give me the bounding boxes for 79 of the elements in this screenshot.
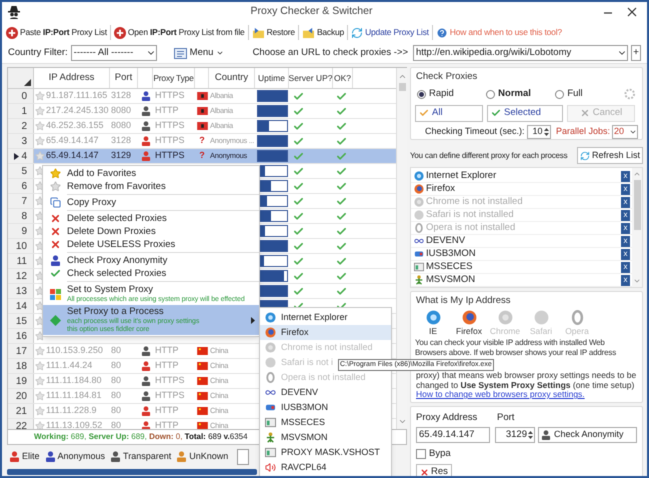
radio-label: Rapid xyxy=(429,87,454,102)
row-number: 1 xyxy=(21,104,27,118)
legend-label: UnKnown xyxy=(189,450,228,463)
window-title: Proxy Checker & Switcher xyxy=(250,4,374,20)
row-number: 5 xyxy=(21,164,27,178)
legend-label: Transparent xyxy=(123,450,172,463)
row-number: 4 xyxy=(21,150,27,164)
row-number: 19 xyxy=(16,374,27,388)
table-cell: HTTP xyxy=(155,105,178,116)
table-cell: 8080 xyxy=(111,105,132,116)
table-cell-text: 217.24.245.130 xyxy=(46,104,109,118)
legend-label: Elite xyxy=(22,450,40,463)
row-number: 14 xyxy=(16,300,27,314)
unknown-country-label: ? xyxy=(199,149,205,162)
table-cell: 3129 xyxy=(111,150,132,160)
table-cell: 80 xyxy=(111,420,122,429)
table-cell: 3128 xyxy=(111,90,132,100)
proxy-settings-note: proxy) that means web browser proxy settings needs to be changed to Use System Proxy Settings (one time setup) How to change web browsers proxy settings. xyxy=(415,371,638,400)
my-ip-description: You can check your visible IP address with installed Web Browsers above. If web browser shows your real IP address xyxy=(414,338,617,357)
table-cell: 80 xyxy=(111,345,122,356)
row-number: 22 xyxy=(16,420,27,429)
row-number: 11 xyxy=(16,254,27,268)
url-label: Choose an URL to check proxies ->> xyxy=(252,46,408,60)
radio-label: Normal xyxy=(498,87,531,102)
row-number: 15 xyxy=(16,314,27,328)
table-cell: HTTP xyxy=(155,360,178,370)
row-number: 17 xyxy=(16,344,27,358)
table-cell-text: 65.49.14.147 xyxy=(46,149,99,162)
row-number: 16 xyxy=(16,330,27,344)
table-cell-text: 91.187.111.165 xyxy=(46,89,108,102)
row-number: 2 xyxy=(21,120,27,134)
row-number: 13 xyxy=(16,284,27,298)
row-number: 9 xyxy=(21,224,27,238)
table-cell: 8080 xyxy=(111,120,132,130)
row-number: 0 xyxy=(21,90,27,104)
table-cell: 80 xyxy=(111,405,122,416)
table-cell: HTTPS xyxy=(155,150,185,160)
table-cell-text: 111.1.44.24 xyxy=(46,359,92,372)
status-text: Working: 689, Server Up: 689, Down: 0, Total: 689 v.6354 xyxy=(34,431,248,443)
row-number: 3 xyxy=(21,134,27,148)
group-title: What is My Ip Address xyxy=(415,294,512,308)
table-cell: 80 xyxy=(111,375,122,386)
port-label: Port xyxy=(497,410,514,424)
parallel-jobs-label: Parallel Jobs: xyxy=(556,124,610,138)
table-cell-text: 46.252.36.155 xyxy=(46,119,104,132)
table-cell: HTTPS xyxy=(155,135,185,146)
row-number: 20 xyxy=(16,390,27,404)
process-hint: You can define different proxy for each process xyxy=(410,150,568,162)
table-cell-text: 110.153.9.250 xyxy=(46,344,103,358)
table-cell-text: 111.11.228.9 xyxy=(46,404,97,418)
table-cell: 111.13.109.52 xyxy=(46,419,102,429)
table-cell: 3128 xyxy=(111,135,132,146)
radio-label: Full xyxy=(567,87,583,102)
timeout-label: Checking Timeout (sec.): xyxy=(425,124,525,138)
row-number: 7 xyxy=(21,194,27,208)
table-cell: HTTP xyxy=(155,345,178,356)
row-number: 10 xyxy=(16,240,27,254)
bypass-label: Bypa xyxy=(429,446,451,461)
table-cell: HTTP xyxy=(155,420,178,429)
row-number: 12 xyxy=(16,270,27,284)
row-number: 21 xyxy=(16,404,27,418)
table-cell: HTTPS xyxy=(155,90,185,100)
row-number: 8 xyxy=(21,210,27,224)
table-cell: HTTP xyxy=(155,405,178,416)
row-number: 18 xyxy=(16,360,27,374)
table-cell: HTTPS xyxy=(155,390,185,400)
table-cell: HTTPS xyxy=(155,375,185,386)
table-cell-text: 111.11.184.80 xyxy=(46,374,102,388)
table-cell: 80 xyxy=(111,390,122,400)
table-cell: 80 xyxy=(111,360,122,370)
table-cell: HTTPS xyxy=(155,120,185,130)
group-title: Check Proxies xyxy=(415,70,478,84)
country-filter-label: Country Filter: xyxy=(8,46,68,60)
table-cell-text: 111.11.184.81 xyxy=(46,389,102,402)
legend-label: Anonymous xyxy=(58,450,106,463)
unknown-country-label: ? xyxy=(199,134,205,148)
table-cell-text: 65.49.14.147 xyxy=(46,134,99,148)
proxy-address-label: Proxy Address xyxy=(416,410,478,424)
row-number: 6 xyxy=(21,180,27,194)
